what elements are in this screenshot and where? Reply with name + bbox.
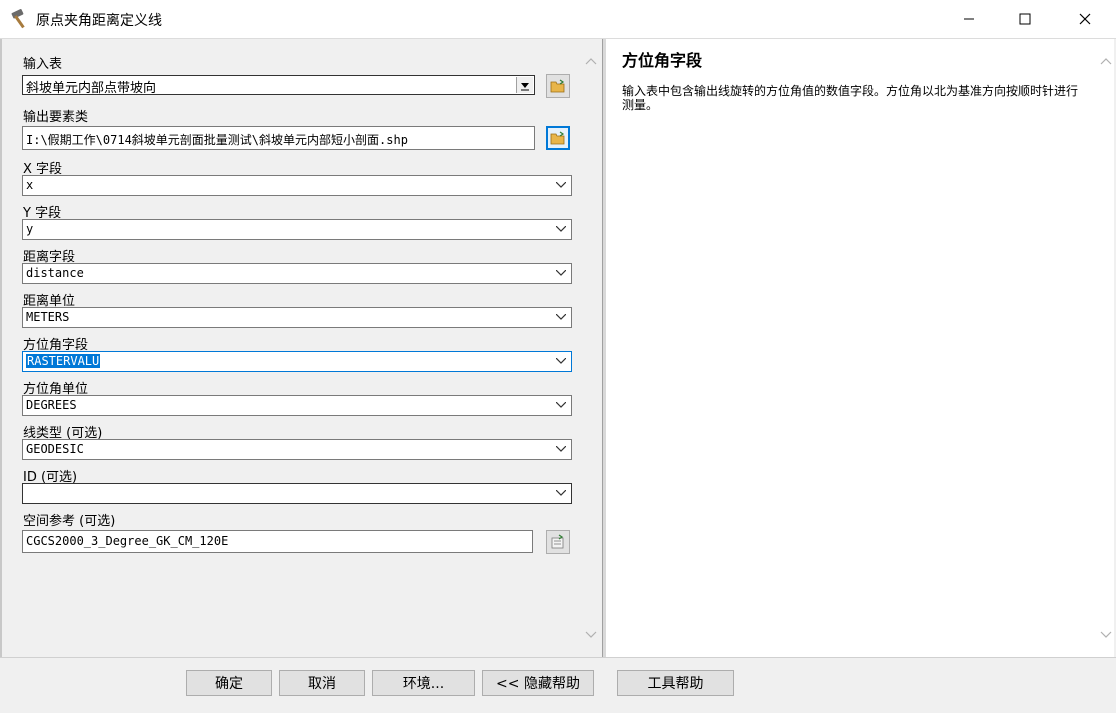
scroll-down-icon (585, 631, 597, 638)
spatial-reference-properties-button[interactable] (546, 530, 570, 554)
chevron-down-icon (556, 490, 566, 496)
distance-units-select[interactable]: METERS (22, 307, 572, 328)
scroll-down-icon (1100, 631, 1112, 638)
bearing-units-select[interactable]: DEGREES (22, 395, 572, 416)
input-table-value: 斜坡单元内部点带坡向 (26, 81, 157, 96)
help-title: 方位角字段 (622, 51, 703, 70)
input-table-combobox[interactable]: 斜坡单元内部点带坡向 (22, 75, 535, 96)
spatial-reference-input[interactable]: CGCS2000_3_Degree_GK_CM_120E (22, 530, 533, 553)
close-button[interactable] (1062, 0, 1108, 38)
scroll-up-icon (585, 58, 597, 65)
help-text: 输入表中包含输出线旋转的方位角值的数值字段。方位角以北为基准方向按顺时针进行测量… (622, 84, 1079, 112)
output-feature-class-label: 输出要素类 (23, 110, 89, 125)
maximize-icon (1019, 13, 1031, 25)
distance-field-select[interactable]: distance (22, 263, 572, 284)
pane-border (0, 39, 2, 657)
input-table-browse-button[interactable] (546, 74, 570, 98)
x-field-select[interactable]: x (22, 175, 572, 196)
triangle-down-icon (521, 83, 529, 91)
scroll-up-icon (1100, 58, 1112, 65)
chevron-down-icon (556, 226, 566, 232)
input-table-dropdown-button[interactable] (516, 77, 533, 93)
distance-field-value: distance (26, 266, 84, 280)
ok-button[interactable]: 确定 (186, 670, 272, 696)
distance-units-value: METERS (26, 310, 70, 324)
line-type-select[interactable]: GEODESIC (22, 439, 572, 460)
minimize-button[interactable] (946, 0, 992, 38)
title-bar: 原点夹角距离定义线 (0, 0, 1116, 39)
help-pane (606, 39, 1098, 657)
chevron-down-icon (556, 446, 566, 452)
open-folder-icon (550, 79, 565, 93)
bearing-field-select[interactable]: RASTERVALU (22, 351, 572, 372)
chevron-down-icon (556, 270, 566, 276)
hammer-icon (11, 9, 25, 29)
y-field-value: y (26, 222, 34, 236)
output-feature-class-browse-button[interactable] (546, 126, 570, 150)
help-scrollbar[interactable] (1098, 39, 1114, 657)
environments-button[interactable]: 环境... (372, 670, 475, 696)
chevron-down-icon (556, 314, 566, 320)
hide-help-button[interactable]: << 隐藏帮助 (482, 670, 594, 696)
spatial-reference-label: 空间参考 (可选) (23, 514, 116, 529)
bearing-field-value-wrap: RASTERVALU (26, 354, 101, 368)
open-folder-icon (550, 131, 565, 145)
x-field-value: x (26, 178, 34, 192)
input-table-label: 输入表 (23, 57, 63, 72)
y-field-select[interactable]: y (22, 219, 572, 240)
parameters-scrollbar[interactable] (582, 39, 600, 657)
spatial-reference-properties-icon (551, 534, 564, 549)
window-title: 原点夹角距离定义线 (36, 13, 162, 29)
output-feature-class-input[interactable]: I:\假期工作\0714斜坡单元剖面批量测试\斜坡单元内部短小剖面.shp (22, 126, 535, 150)
id-field-select[interactable] (22, 483, 572, 504)
chevron-down-icon (556, 182, 566, 188)
close-icon (1079, 13, 1091, 25)
maximize-button[interactable] (1002, 0, 1048, 38)
line-type-value: GEODESIC (26, 442, 84, 456)
chevron-down-icon (556, 402, 566, 408)
spatial-reference-value: CGCS2000_3_Degree_GK_CM_120E (26, 534, 229, 548)
bearing-units-value: DEGREES (26, 398, 77, 412)
tool-help-button[interactable]: 工具帮助 (617, 670, 734, 696)
chevron-down-icon (556, 358, 566, 364)
output-feature-class-value: I:\假期工作\0714斜坡单元剖面批量测试\斜坡单元内部短小剖面.shp (26, 133, 408, 147)
cancel-button[interactable]: 取消 (279, 670, 365, 696)
bearing-field-value: RASTERVALU (26, 354, 101, 368)
minimize-icon (964, 18, 974, 20)
